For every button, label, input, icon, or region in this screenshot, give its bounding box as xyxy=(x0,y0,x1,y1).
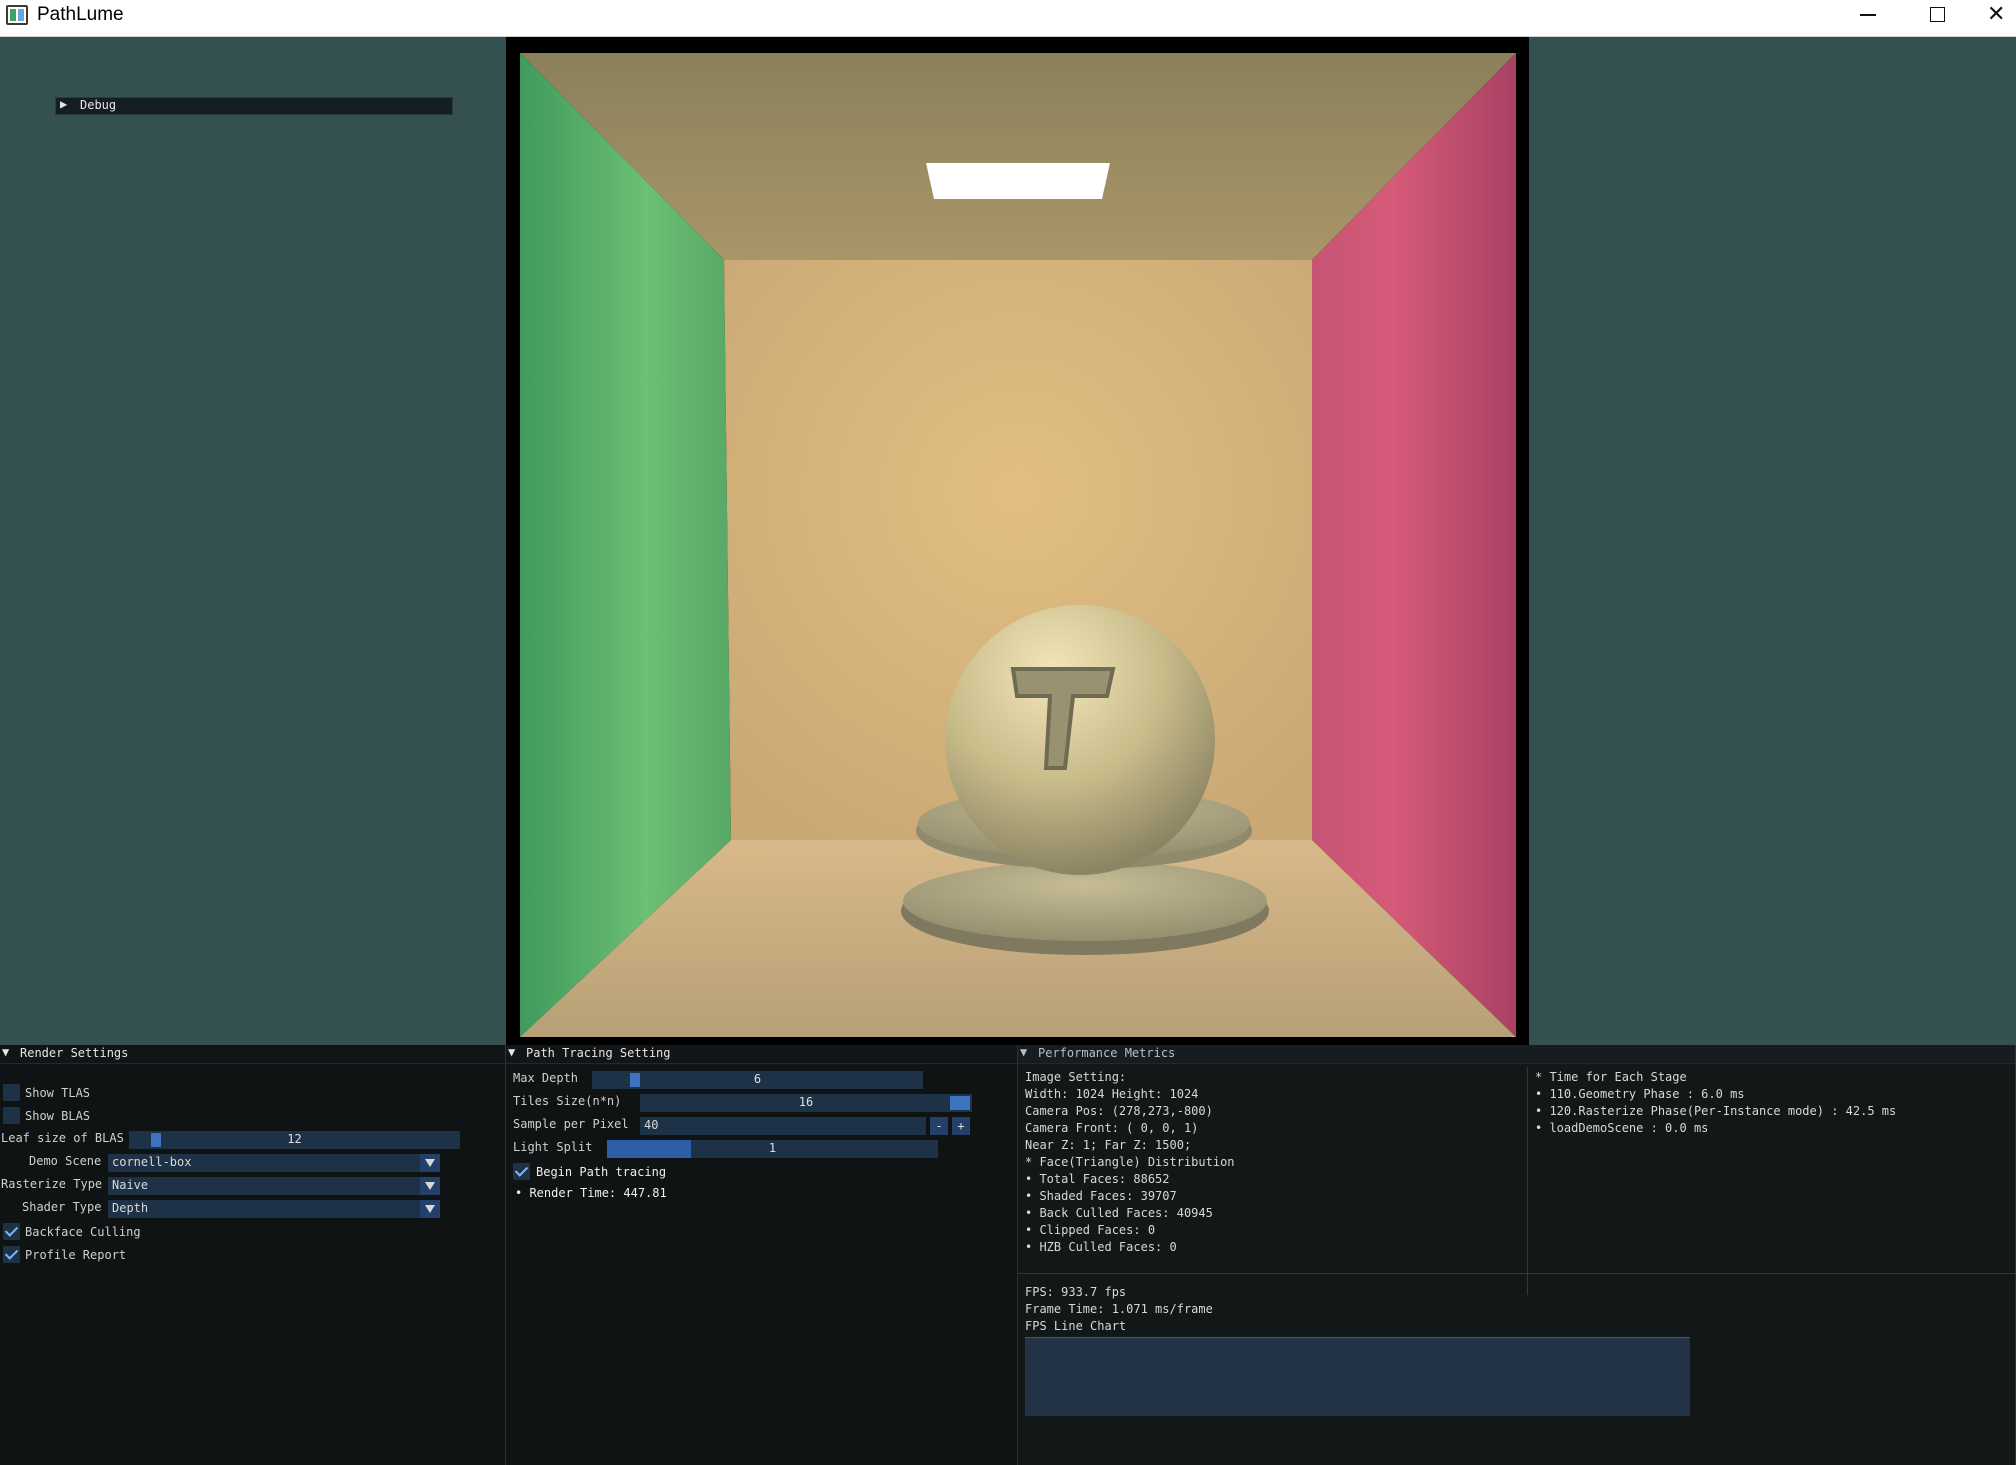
dropdown-arrow-icon[interactable] xyxy=(420,1177,440,1195)
image-setting-line: Camera Pos: (278,273,-800) xyxy=(1025,1104,1213,1118)
debug-window-header[interactable]: ▶ Debug xyxy=(55,97,453,115)
render-settings-panel: ▼ Render Settings Show TLAS Show BLAS Le… xyxy=(0,1045,506,1465)
minimize-button[interactable] xyxy=(1834,0,1902,37)
leaf-size-label: Leaf size of BLAS xyxy=(1,1131,124,1145)
window-title: PathLume xyxy=(37,4,124,25)
max-depth-slider[interactable]: 6 xyxy=(592,1071,923,1089)
image-setting-line: • Shaded Faces: 39707 xyxy=(1025,1189,1177,1203)
image-setting-line: Width: 1024 Height: 1024 xyxy=(1025,1087,1199,1101)
render-time-text: • Render Time: 447.81 xyxy=(515,1186,667,1200)
show-tlas-checkbox[interactable] xyxy=(3,1084,20,1101)
collapse-arrow-icon: ▼ xyxy=(1020,1045,1028,1059)
collapse-arrow-icon: ▼ xyxy=(508,1045,516,1059)
slider-value: 12 xyxy=(287,1132,302,1146)
app-icon xyxy=(6,5,28,25)
combo-value: Depth xyxy=(112,1201,149,1215)
slider-value: 6 xyxy=(753,1072,762,1086)
image-setting-line: • Clipped Faces: 0 xyxy=(1025,1223,1156,1237)
shader-type-combo[interactable]: Depth xyxy=(108,1200,440,1218)
light-split-label: Light Split xyxy=(513,1140,593,1154)
fps-line-chart[interactable] xyxy=(1025,1337,1690,1416)
image-setting-line: Camera Front: ( 0, 0, 1) xyxy=(1025,1121,1199,1135)
input-value: 40 xyxy=(644,1118,659,1132)
minimize-icon xyxy=(1860,14,1876,16)
rasterize-type-combo[interactable]: Naive xyxy=(108,1177,440,1195)
frame-time-text: Frame Time: 1.071 ms/frame xyxy=(1025,1302,1213,1316)
render-settings-header[interactable]: ▼ Render Settings xyxy=(0,1045,505,1064)
shader-type-label: Shader Type xyxy=(22,1200,102,1214)
performance-metrics-header[interactable]: ▼ Performance Metrics xyxy=(1018,1045,2015,1064)
image-setting-line: • Total Faces: 88652 xyxy=(1025,1172,1170,1186)
demo-scene-label: Demo Scene xyxy=(29,1154,102,1168)
cornell-box-render xyxy=(520,53,1516,1037)
max-depth-label: Max Depth xyxy=(513,1071,579,1085)
show-tlas-label: Show TLAS xyxy=(25,1086,91,1100)
profile-report-label: Profile Report xyxy=(25,1248,127,1262)
tiles-size-label: Tiles Size(n*n) xyxy=(513,1094,622,1108)
maximize-button[interactable] xyxy=(1902,0,1970,37)
panel-title: Render Settings xyxy=(20,1046,129,1060)
close-icon: ✕ xyxy=(1987,2,2006,27)
decrement-button[interactable]: - xyxy=(930,1117,948,1135)
expand-arrow-icon: ▶ xyxy=(60,97,68,111)
fps-chart-label: FPS Line Chart xyxy=(1025,1319,1127,1333)
profile-report-checkbox[interactable] xyxy=(3,1246,20,1263)
collapse-arrow-icon: ▼ xyxy=(2,1045,10,1059)
dropdown-arrow-icon[interactable] xyxy=(420,1154,440,1172)
backface-culling-label: Backface Culling xyxy=(25,1225,141,1239)
performance-metrics-panel: ▼ Performance Metrics Image Setting: Wid… xyxy=(1018,1045,2016,1465)
show-blas-checkbox[interactable] xyxy=(3,1107,20,1124)
image-setting-line: • HZB Culled Faces: 0 xyxy=(1025,1240,1177,1254)
rasterize-type-label: Rasterize Type xyxy=(1,1177,103,1191)
begin-path-tracing-checkbox[interactable] xyxy=(513,1163,530,1180)
render-viewport[interactable] xyxy=(506,37,1529,1046)
debug-window-title: Debug xyxy=(80,98,117,112)
demo-scene-combo[interactable]: cornell-box xyxy=(108,1154,440,1172)
image-setting-line: * Face(Triangle) Distribution xyxy=(1025,1155,1235,1169)
image-setting-line: Near Z: 1; Far Z: 1500; xyxy=(1025,1138,1192,1152)
sample-per-pixel-input[interactable]: 40 xyxy=(640,1117,926,1135)
maximize-icon xyxy=(1930,7,1945,22)
close-button[interactable]: ✕ xyxy=(1970,0,2016,37)
slider-value: 1 xyxy=(768,1141,777,1155)
sample-per-pixel-label: Sample per Pixel xyxy=(513,1117,629,1131)
column-divider xyxy=(1527,1067,1528,1295)
fps-text: FPS: 933.7 fps xyxy=(1025,1285,1127,1299)
section-divider xyxy=(1018,1273,2016,1274)
stage-time-line: • 120.Rasterize Phase(Per-Instance mode)… xyxy=(1535,1104,1897,1118)
image-setting-line: Image Setting: xyxy=(1025,1070,1127,1084)
combo-value: cornell-box xyxy=(112,1155,192,1169)
slider-value: 16 xyxy=(798,1095,814,1109)
stage-time-line: * Time for Each Stage xyxy=(1535,1070,1687,1084)
leaf-size-slider[interactable]: 12 xyxy=(129,1131,460,1149)
image-setting-line: • Back Culled Faces: 40945 xyxy=(1025,1206,1213,1220)
increment-button[interactable]: + xyxy=(952,1117,970,1135)
light-split-slider[interactable]: 1 xyxy=(607,1140,938,1158)
stage-time-line: • 110.Geometry Phase : 6.0 ms xyxy=(1535,1087,1745,1101)
combo-value: Naive xyxy=(112,1178,149,1192)
dropdown-arrow-icon[interactable] xyxy=(420,1200,440,1218)
tiles-size-slider[interactable]: 16 xyxy=(640,1094,972,1112)
path-tracing-header[interactable]: ▼ Path Tracing Setting xyxy=(506,1045,1017,1064)
stage-time-line: • loadDemoScene : 0.0 ms xyxy=(1535,1121,1709,1135)
begin-path-tracing-label: Begin Path tracing xyxy=(536,1165,667,1179)
backface-culling-checkbox[interactable] xyxy=(3,1223,20,1240)
title-bar: PathLume ✕ xyxy=(0,0,2016,37)
show-blas-label: Show BLAS xyxy=(25,1109,91,1123)
panel-title: Performance Metrics xyxy=(1038,1046,1176,1060)
path-tracing-panel: ▼ Path Tracing Setting Max Depth 6 Tiles… xyxy=(506,1045,1018,1465)
panel-title: Path Tracing Setting xyxy=(526,1046,671,1060)
